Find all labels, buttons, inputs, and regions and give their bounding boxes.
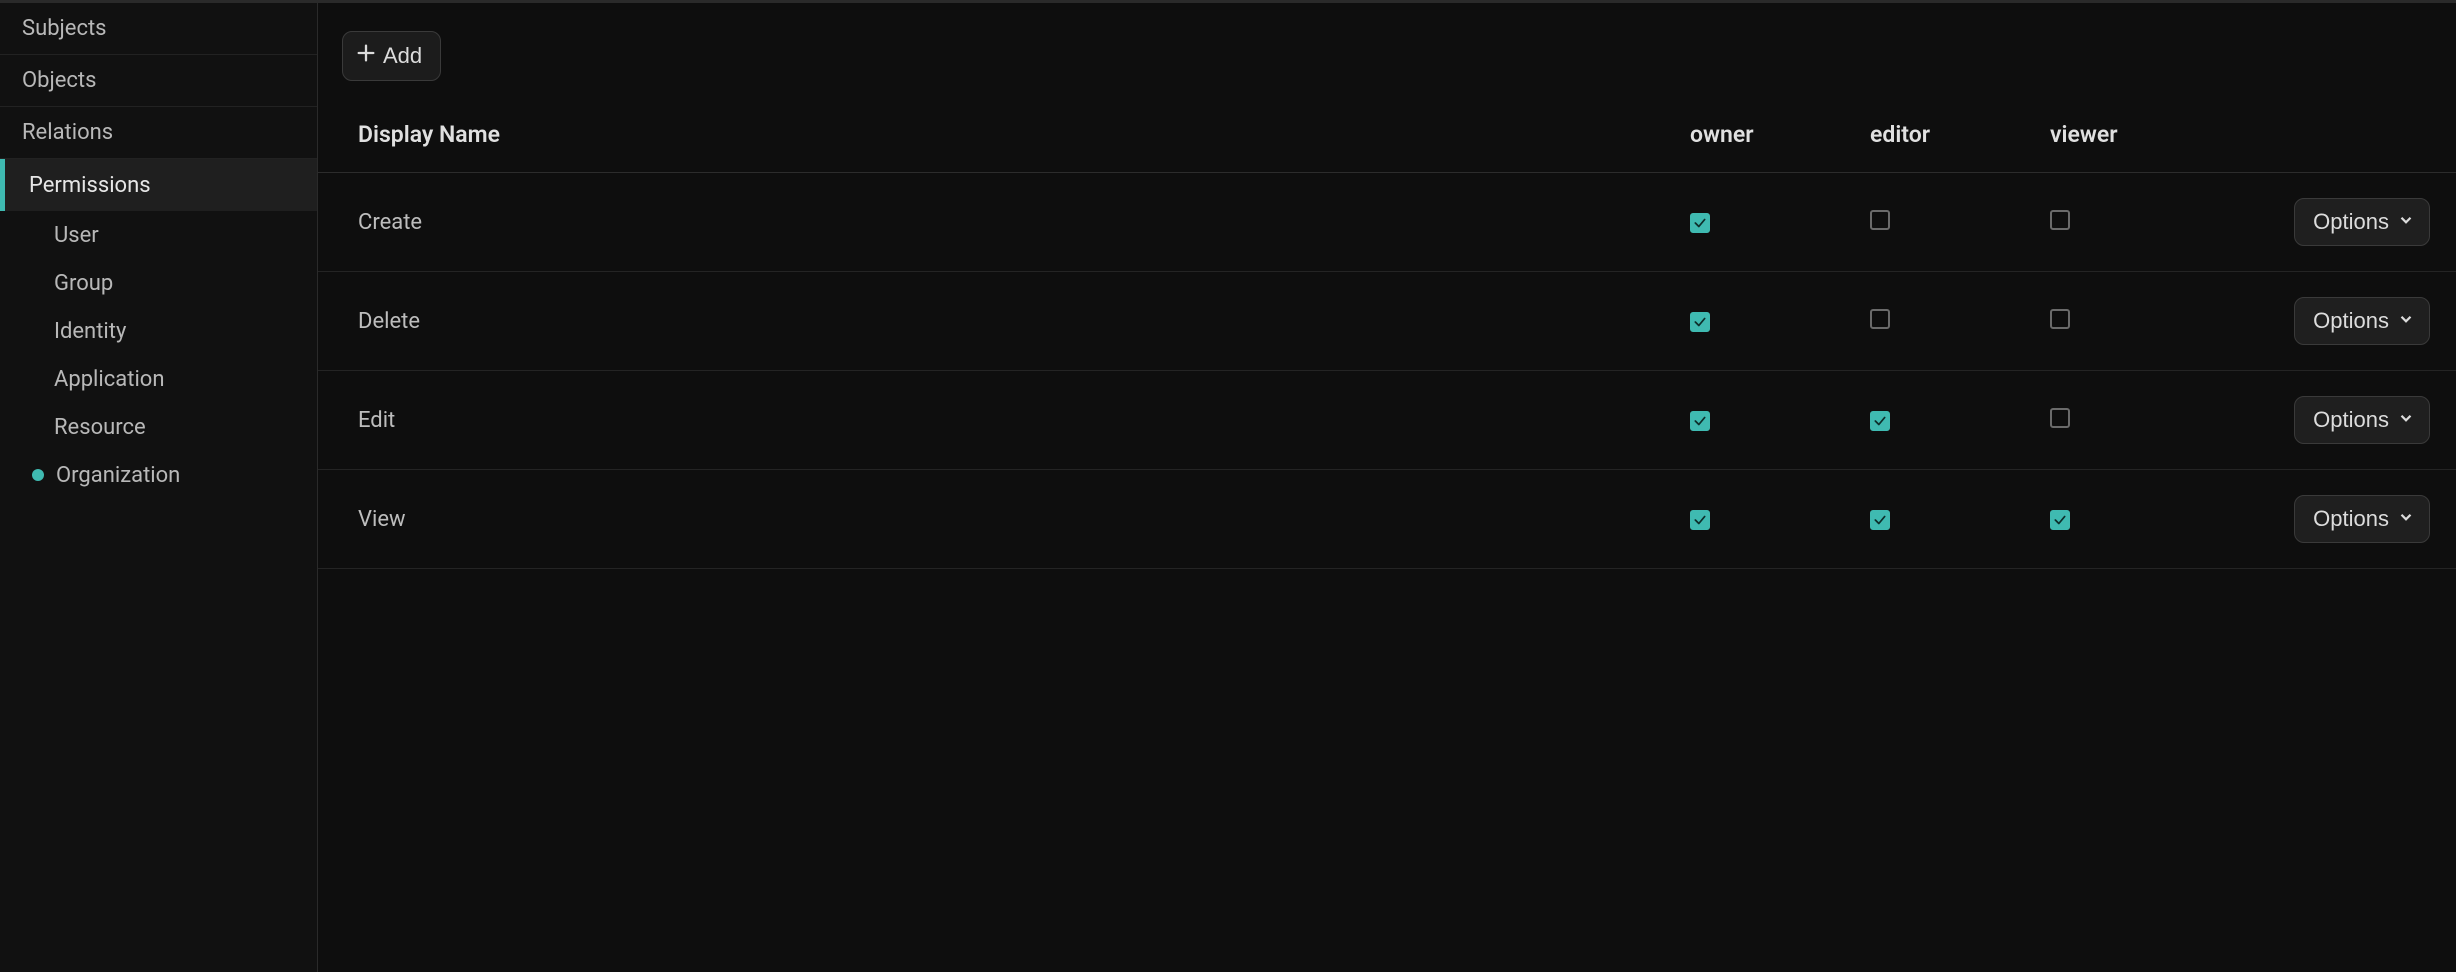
checkbox-owner[interactable] xyxy=(1690,510,1710,530)
table-row: Create Options xyxy=(318,173,2456,272)
sidebar-item-permissions[interactable]: Permissions xyxy=(0,159,317,211)
add-button[interactable]: Add xyxy=(342,31,441,81)
checkbox-owner[interactable] xyxy=(1690,213,1710,233)
row-actions: Options xyxy=(2230,495,2430,543)
table-header: Display Name owner editor viewer xyxy=(318,121,2456,173)
row-name: View xyxy=(358,507,1690,532)
checkbox-owner[interactable] xyxy=(1690,312,1710,332)
options-button[interactable]: Options xyxy=(2294,495,2430,543)
sidebar-item-identity[interactable]: Identity xyxy=(0,307,317,355)
sidebar-item-subjects[interactable]: Subjects xyxy=(0,3,317,55)
sidebar-item-label: Resource xyxy=(54,415,146,440)
options-button-label: Options xyxy=(2313,407,2389,433)
options-button-label: Options xyxy=(2313,506,2389,532)
sidebar-item-label: Objects xyxy=(22,68,97,93)
row-actions: Options xyxy=(2230,198,2430,246)
toolbar: Add xyxy=(318,3,2456,81)
sidebar-item-label: Subjects xyxy=(22,16,107,41)
table-row: View Options xyxy=(318,470,2456,569)
sidebar-item-group[interactable]: Group xyxy=(0,259,317,307)
sidebar: Subjects Objects Relations Permissions User G… xyxy=(0,3,318,972)
sidebar-item-objects[interactable]: Objects xyxy=(0,55,317,107)
col-header-owner: owner xyxy=(1690,121,1870,148)
checkbox-viewer[interactable] xyxy=(2050,210,2070,230)
checkbox-editor[interactable] xyxy=(1870,210,1890,230)
table-row: Delete Options xyxy=(318,272,2456,371)
chevron-down-icon xyxy=(2397,308,2415,334)
sidebar-item-label: Relations xyxy=(22,120,113,145)
main-content: Add Display Name owner editor viewer Cre… xyxy=(318,3,2456,972)
options-button-label: Options xyxy=(2313,308,2389,334)
options-button-label: Options xyxy=(2313,209,2389,235)
col-header-viewer: viewer xyxy=(2050,121,2230,148)
checkbox-editor[interactable] xyxy=(1870,309,1890,329)
options-button[interactable]: Options xyxy=(2294,396,2430,444)
chevron-down-icon xyxy=(2397,209,2415,235)
options-button[interactable]: Options xyxy=(2294,198,2430,246)
row-name: Create xyxy=(358,210,1690,235)
chevron-down-icon xyxy=(2397,506,2415,532)
sidebar-item-label: Permissions xyxy=(29,173,151,198)
table-row: Edit Options xyxy=(318,371,2456,470)
checkbox-owner[interactable] xyxy=(1690,411,1710,431)
chevron-down-icon xyxy=(2397,407,2415,433)
sidebar-item-organization[interactable]: Organization xyxy=(0,451,317,499)
checkbox-viewer[interactable] xyxy=(2050,510,2070,530)
row-actions: Options xyxy=(2230,297,2430,345)
plus-icon xyxy=(355,42,377,70)
sidebar-item-relations[interactable]: Relations xyxy=(0,107,317,159)
sidebar-item-resource[interactable]: Resource xyxy=(0,403,317,451)
checkbox-viewer[interactable] xyxy=(2050,309,2070,329)
permissions-table: Display Name owner editor viewer Create O… xyxy=(318,121,2456,569)
col-header-display-name: Display Name xyxy=(358,121,1690,148)
checkbox-editor[interactable] xyxy=(1870,510,1890,530)
app-root: Subjects Objects Relations Permissions User G… xyxy=(0,0,2456,972)
row-name: Delete xyxy=(358,309,1690,334)
add-button-label: Add xyxy=(383,43,422,69)
sidebar-item-label: Application xyxy=(54,367,164,392)
col-header-actions xyxy=(2230,121,2430,148)
sidebar-item-user[interactable]: User xyxy=(0,211,317,259)
row-name: Edit xyxy=(358,408,1690,433)
sidebar-item-label: Group xyxy=(54,271,113,296)
checkbox-editor[interactable] xyxy=(1870,411,1890,431)
table-body: CreateOptionsDeleteOptionsEditOptionsVie… xyxy=(318,173,2456,569)
sidebar-item-label: Organization xyxy=(56,463,180,488)
col-header-editor: editor xyxy=(1870,121,2050,148)
sidebar-item-label: User xyxy=(54,223,99,248)
checkbox-viewer[interactable] xyxy=(2050,408,2070,428)
sidebar-item-label: Identity xyxy=(54,319,126,344)
active-dot-icon xyxy=(32,469,44,481)
options-button[interactable]: Options xyxy=(2294,297,2430,345)
sidebar-item-application[interactable]: Application xyxy=(0,355,317,403)
row-actions: Options xyxy=(2230,396,2430,444)
